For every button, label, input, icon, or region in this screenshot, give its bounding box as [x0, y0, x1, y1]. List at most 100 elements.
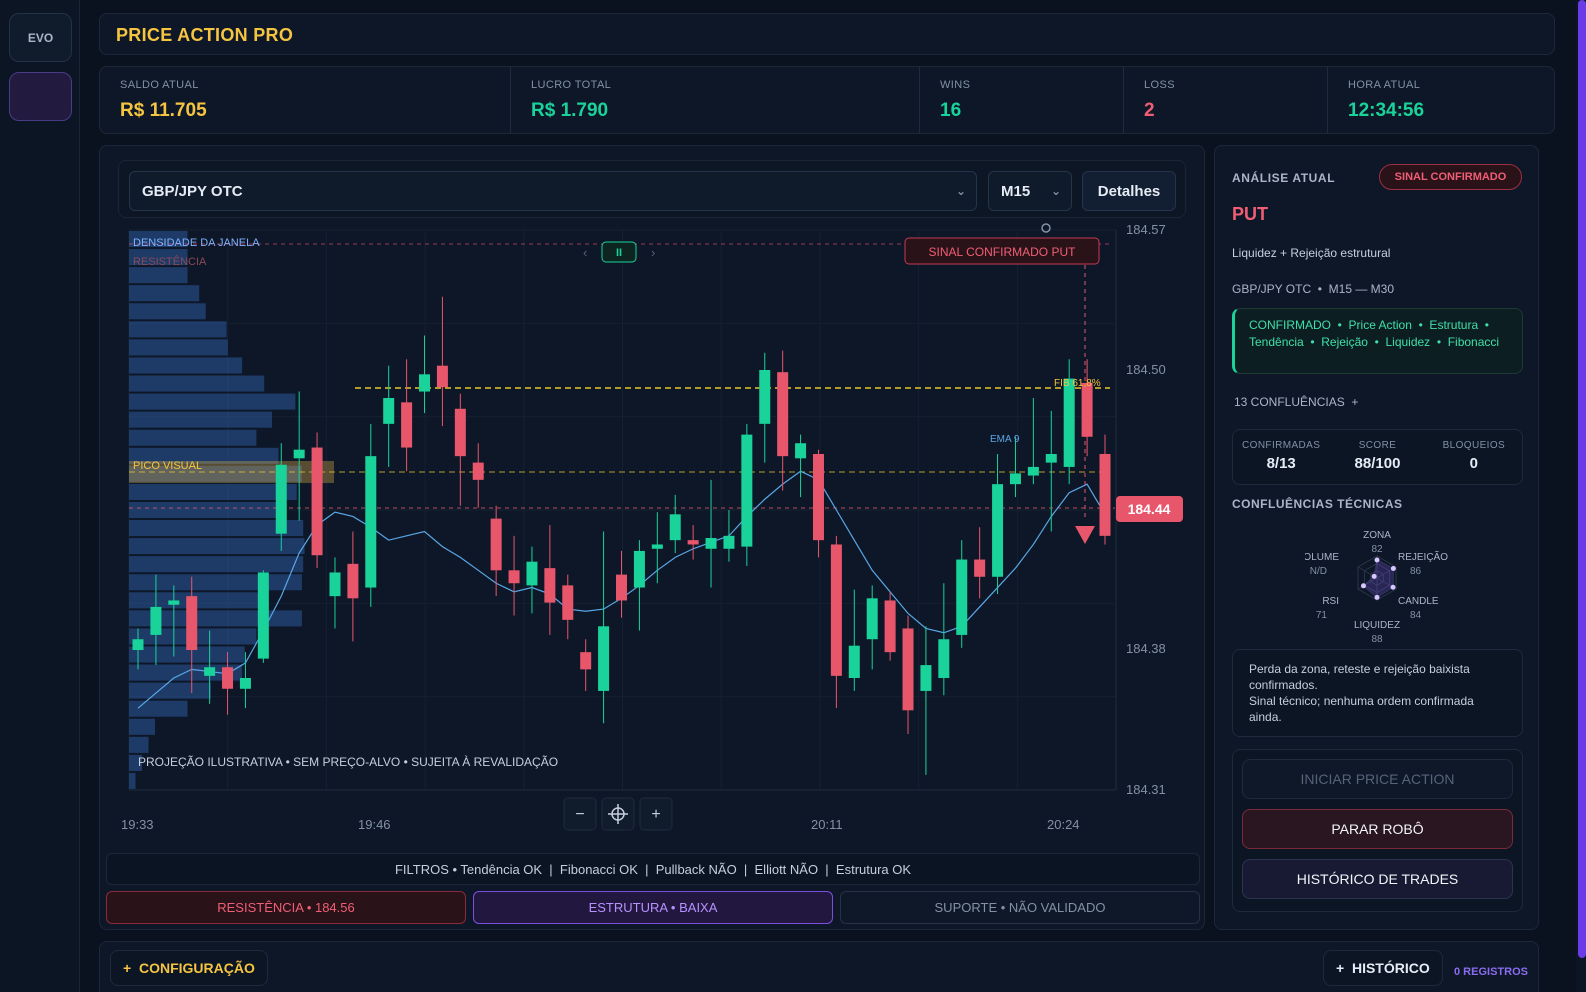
radar-axis-label: VOLUME	[1305, 552, 1339, 563]
candle-body	[884, 600, 896, 653]
candle-body	[992, 484, 1004, 577]
candle-body	[777, 372, 789, 457]
radar-axis-label: RSI	[1322, 596, 1339, 607]
direction-label: PUT	[1232, 204, 1268, 224]
bull-candle	[669, 494, 681, 554]
bull-candle	[651, 512, 663, 584]
trade-history-button[interactable]: HISTÓRICO DE TRADES	[1242, 859, 1513, 899]
candle-body	[311, 447, 323, 556]
candle-body	[150, 606, 162, 635]
candle-body	[920, 665, 932, 691]
radar-axis-value: 84	[1410, 610, 1422, 621]
bull-candle	[365, 423, 377, 607]
zoom-controls: − +	[563, 797, 673, 831]
bottom-bar: + CONFIGURAÇÃO + HISTÓRICO 0 REGISTROS	[99, 941, 1539, 992]
volume-bar	[129, 538, 305, 555]
bull-candle	[1009, 436, 1021, 498]
stop-robot-button[interactable]: PARAR ROBÔ	[1242, 809, 1513, 849]
candle-body	[687, 540, 699, 545]
volume-bar	[129, 483, 297, 500]
candle-body	[508, 570, 520, 584]
bear-candle	[490, 505, 502, 597]
radar-point	[1390, 566, 1396, 572]
volume-bar	[129, 718, 155, 735]
structure-tag[interactable]: ESTRUTURA • BAIXA	[473, 891, 833, 924]
active-nav-button[interactable]	[9, 72, 72, 121]
score-score: SCORE 88/100	[1329, 430, 1425, 484]
resistance-tag[interactable]: RESISTÊNCIA • 184.56	[106, 891, 466, 924]
config-toggle[interactable]: + CONFIGURAÇÃO	[110, 950, 268, 986]
volume-bar	[129, 772, 136, 789]
radar-chart: ZONA 82 REJEIÇÃO 86 CANDLE 84 LIQUIDEZ 88 RSI 71 V…	[1305, 530, 1448, 645]
volume-bar	[129, 736, 149, 753]
stat-label: LOSS	[1144, 79, 1175, 91]
bear-candle	[562, 574, 574, 640]
candle-body	[651, 544, 663, 549]
scrollbar-thumb[interactable]	[1578, 0, 1586, 958]
history-toggle[interactable]: + HISTÓRICO	[1323, 950, 1443, 986]
score-label: BLOQUEIOS	[1442, 440, 1506, 451]
candle-body	[204, 667, 216, 676]
bear-candle	[472, 443, 484, 508]
stat-profit: LUCRO TOTAL R$ 1.790	[511, 67, 920, 133]
candle-body	[347, 563, 359, 599]
bear-candle	[1099, 434, 1111, 545]
y-tick-label: 184.31	[1126, 782, 1166, 797]
title-bar: PRICE ACTION PRO	[99, 13, 1555, 55]
candle-body	[1009, 473, 1021, 485]
candle-body	[168, 600, 180, 605]
chart-panel: GBP/JPY OTC ⌄ M15 ⌄ Detalhes DENSIDADE D…	[99, 145, 1205, 930]
fib-label: FIB 61,8%	[1054, 378, 1101, 389]
bear-candle	[687, 525, 699, 560]
x-tick-label: 20:24	[1047, 817, 1080, 832]
candle-body	[974, 559, 986, 577]
candle-body	[1045, 454, 1057, 463]
confluence-radar: ZONA 82 REJEIÇÃO 86 CANDLE 84 LIQUIDEZ 88 RSI 71 V…	[1305, 530, 1448, 645]
start-price-action-button[interactable]: INICIAR PRICE ACTION	[1242, 759, 1513, 799]
stat-label: HORA ATUAL	[1348, 79, 1421, 91]
score-box: CONFIRMADAS 8/13 SCORE 88/100 BLOQUEIOS …	[1232, 429, 1523, 485]
price-chart[interactable]: DENSIDADE DA JANELA RESISTÊNCIA PICO VIS…	[100, 146, 1206, 851]
candle-body	[723, 535, 735, 549]
radar-axis-label: CANDLE	[1398, 596, 1439, 607]
pager-next-icon[interactable]: ›	[651, 245, 655, 260]
support-tag[interactable]: SUPORTE • NÃO VALIDADO	[840, 891, 1200, 924]
candle-body	[902, 628, 914, 711]
volume-bar	[129, 357, 243, 374]
volume-bar	[129, 303, 206, 320]
volume-bar	[129, 501, 283, 519]
bear-candle	[974, 527, 986, 599]
candle-body	[795, 443, 807, 459]
bull-candle	[598, 531, 610, 724]
candle-body	[329, 572, 341, 597]
stat-time: HORA ATUAL 12:34:56	[1328, 67, 1554, 133]
radar-point	[1371, 573, 1377, 579]
left-rail: EVO	[0, 0, 80, 992]
score-label: CONFIRMADAS	[1242, 440, 1321, 451]
candle-body	[669, 514, 681, 541]
radar-point	[1374, 594, 1380, 600]
candle-body	[956, 559, 968, 635]
radar-point	[1390, 584, 1396, 590]
y-tick-label: 184.50	[1126, 362, 1166, 377]
bear-candle	[884, 591, 896, 661]
bear-candle	[777, 350, 789, 491]
confluences-toggle[interactable]: 13 CONFLUÊNCIAS +	[1234, 395, 1358, 409]
radar-axis-label: REJEIÇÃO	[1398, 550, 1448, 563]
radar-axis-label: ZONA	[1363, 530, 1391, 541]
volume-bar	[129, 429, 257, 446]
candle-body	[830, 544, 842, 676]
pager-prev-icon[interactable]: ‹	[583, 245, 587, 260]
candle-body	[866, 598, 878, 640]
stat-label: SALDO ATUAL	[120, 79, 199, 91]
evo-button[interactable]: EVO	[9, 13, 72, 62]
x-tick-label: 19:33	[121, 817, 154, 832]
stat-balance: SALDO ATUAL R$ 11.705	[100, 67, 511, 133]
score-blocks: BLOQUEIOS 0	[1426, 430, 1522, 484]
candle-body	[275, 464, 287, 534]
radar-axis-value: 88	[1371, 634, 1383, 645]
bull-candle	[956, 540, 968, 648]
signal-confirmed-badge: SINAL CONFIRMADO	[1379, 164, 1522, 190]
bull-candle	[329, 557, 341, 629]
page-scrollbar[interactable]	[1576, 0, 1586, 992]
